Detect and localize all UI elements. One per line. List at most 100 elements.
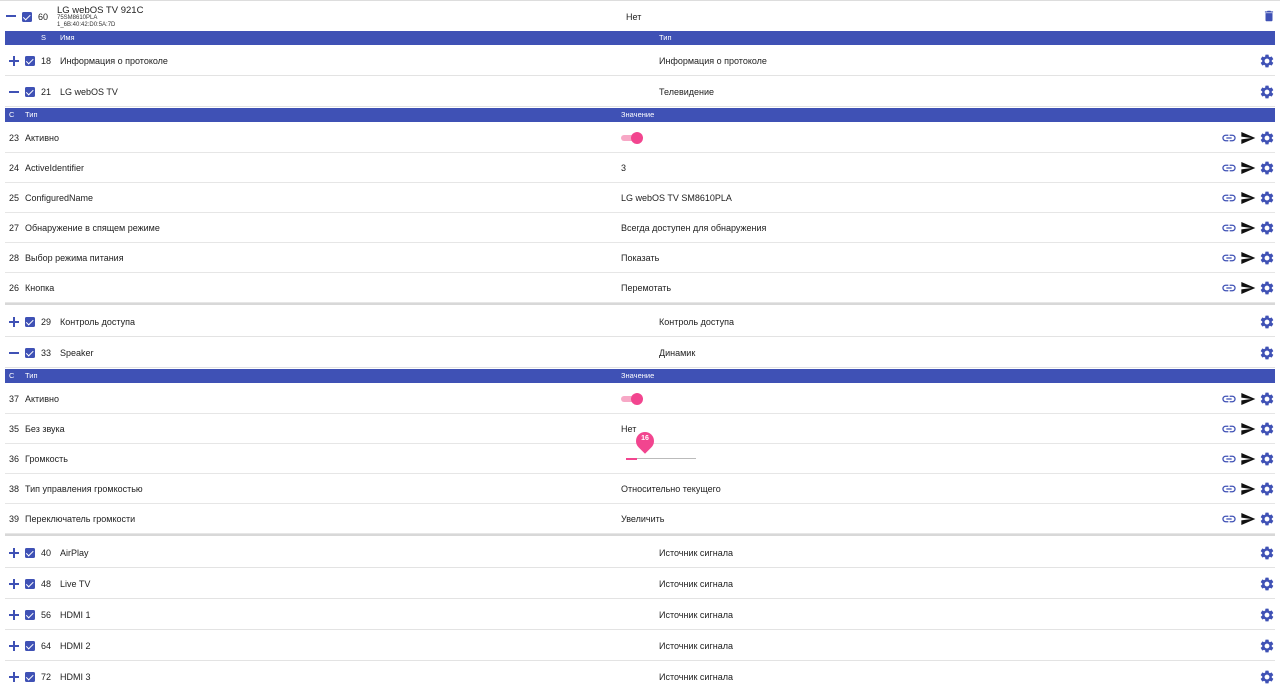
gear-icon[interactable] [1259,280,1275,296]
send-icon[interactable] [1240,160,1256,176]
service-name: HDMI 3 [60,672,91,682]
characteristic-id: 36 [9,454,20,464]
trash-icon[interactable] [1262,8,1276,24]
gear-icon[interactable] [1259,250,1275,266]
characteristic-id: 23 [9,133,20,143]
service-type: Источник сигнала [659,548,733,558]
gear-icon[interactable] [1259,669,1275,685]
send-icon[interactable] [1240,391,1256,407]
service-checkbox[interactable] [25,672,35,682]
expand-icon[interactable] [9,610,19,620]
device-id: 60 [38,12,49,22]
characteristics-table-header: C Тип Значение [5,108,1275,122]
send-icon[interactable] [1240,250,1256,266]
send-icon[interactable] [1240,220,1256,236]
service-checkbox[interactable] [25,579,35,589]
send-icon[interactable] [1240,421,1256,437]
characteristic-id: 25 [9,193,20,203]
device-checkbox[interactable] [22,12,32,22]
service-row[interactable]: 72 HDMI 3 Источник сигнала [5,662,1275,689]
gear-icon[interactable] [1259,421,1275,437]
service-checkbox[interactable] [25,548,35,558]
link-icon[interactable] [1221,250,1237,266]
link-icon[interactable] [1221,391,1237,407]
gear-icon[interactable] [1259,607,1275,623]
expand-icon[interactable] [9,579,19,589]
service-id: 18 [41,56,52,66]
link-icon[interactable] [1221,511,1237,527]
characteristic-value: Нет [621,424,637,434]
gear-icon[interactable] [1259,53,1275,69]
gear-icon[interactable] [1259,391,1275,407]
service-checkbox[interactable] [25,87,35,97]
expand-icon[interactable] [9,672,19,682]
characteristic-name: Переключатель громкости [25,514,136,524]
expand-icon[interactable] [9,641,19,651]
characteristic-value: Всегда доступен для обнаружения [621,223,767,233]
col-header-type: Тип [25,371,38,380]
characteristic-id: 24 [9,163,20,173]
volume-slider[interactable]: 16 [626,428,698,474]
service-checkbox[interactable] [25,56,35,66]
gear-icon[interactable] [1259,481,1275,497]
service-checkbox[interactable] [25,317,35,327]
gear-icon[interactable] [1259,160,1275,176]
service-row[interactable]: 48 Live TV Источник сигнала [5,569,1275,599]
expand-icon[interactable] [9,56,19,66]
expand-icon[interactable] [9,548,19,558]
link-icon[interactable] [1221,220,1237,236]
services-table-header: S Имя Тип [5,31,1275,45]
gear-icon[interactable] [1259,638,1275,654]
col-header-value: Значение [621,371,655,380]
col-header-value: Значение [621,110,655,119]
gear-icon[interactable] [1259,576,1275,592]
link-icon[interactable] [1221,451,1237,467]
gear-icon[interactable] [1259,545,1275,561]
gear-icon[interactable] [1259,511,1275,527]
collapse-icon[interactable] [9,91,19,93]
link-icon[interactable] [1221,280,1237,296]
gear-icon[interactable] [1259,451,1275,467]
gear-icon[interactable] [1259,220,1275,236]
service-id: 29 [41,317,52,327]
link-icon[interactable] [1221,160,1237,176]
characteristic-id: 26 [9,283,20,293]
characteristic-row: 36 Громкость 16 [5,428,1275,474]
send-icon[interactable] [1240,190,1256,206]
link-icon[interactable] [1221,421,1237,437]
collapse-device-icon[interactable] [6,15,16,17]
gear-icon[interactable] [1259,190,1275,206]
service-checkbox[interactable] [25,348,35,358]
gear-icon[interactable] [1259,84,1275,100]
characteristic-name: Выбор режима питания [25,253,124,263]
send-icon[interactable] [1240,511,1256,527]
collapse-icon[interactable] [9,352,19,354]
link-icon[interactable] [1221,481,1237,497]
service-row[interactable]: 40 AirPlay Источник сигнала [5,538,1275,568]
characteristic-name: Кнопка [25,283,55,293]
link-icon[interactable] [1221,130,1237,146]
gear-icon[interactable] [1259,130,1275,146]
expand-icon[interactable] [9,317,19,327]
service-checkbox[interactable] [25,641,35,651]
active-toggle[interactable] [621,131,645,145]
col-header-c: C [9,110,15,119]
service-checkbox[interactable] [25,610,35,620]
send-icon[interactable] [1240,280,1256,296]
service-row[interactable]: 64 HDMI 2 Источник сигнала [5,631,1275,661]
link-icon[interactable] [1221,190,1237,206]
service-row[interactable]: 21 LG webOS TV Телевидение [5,77,1275,107]
service-row[interactable]: 29 Контроль доступа Контроль доступа [5,307,1275,337]
service-row[interactable]: 33 Speaker Динамик [5,338,1275,368]
send-icon[interactable] [1240,451,1256,467]
group-divider [5,534,1275,536]
service-name: Информация о протоколе [60,56,168,66]
gear-icon[interactable] [1259,345,1275,361]
service-row[interactable]: 18 Информация о протоколе Информация о п… [5,46,1275,76]
gear-icon[interactable] [1259,314,1275,330]
characteristic-value: Увеличить [621,514,665,524]
send-icon[interactable] [1240,481,1256,497]
service-row[interactable]: 56 HDMI 1 Источник сигнала [5,600,1275,630]
active-toggle[interactable] [621,392,645,406]
send-icon[interactable] [1240,130,1256,146]
